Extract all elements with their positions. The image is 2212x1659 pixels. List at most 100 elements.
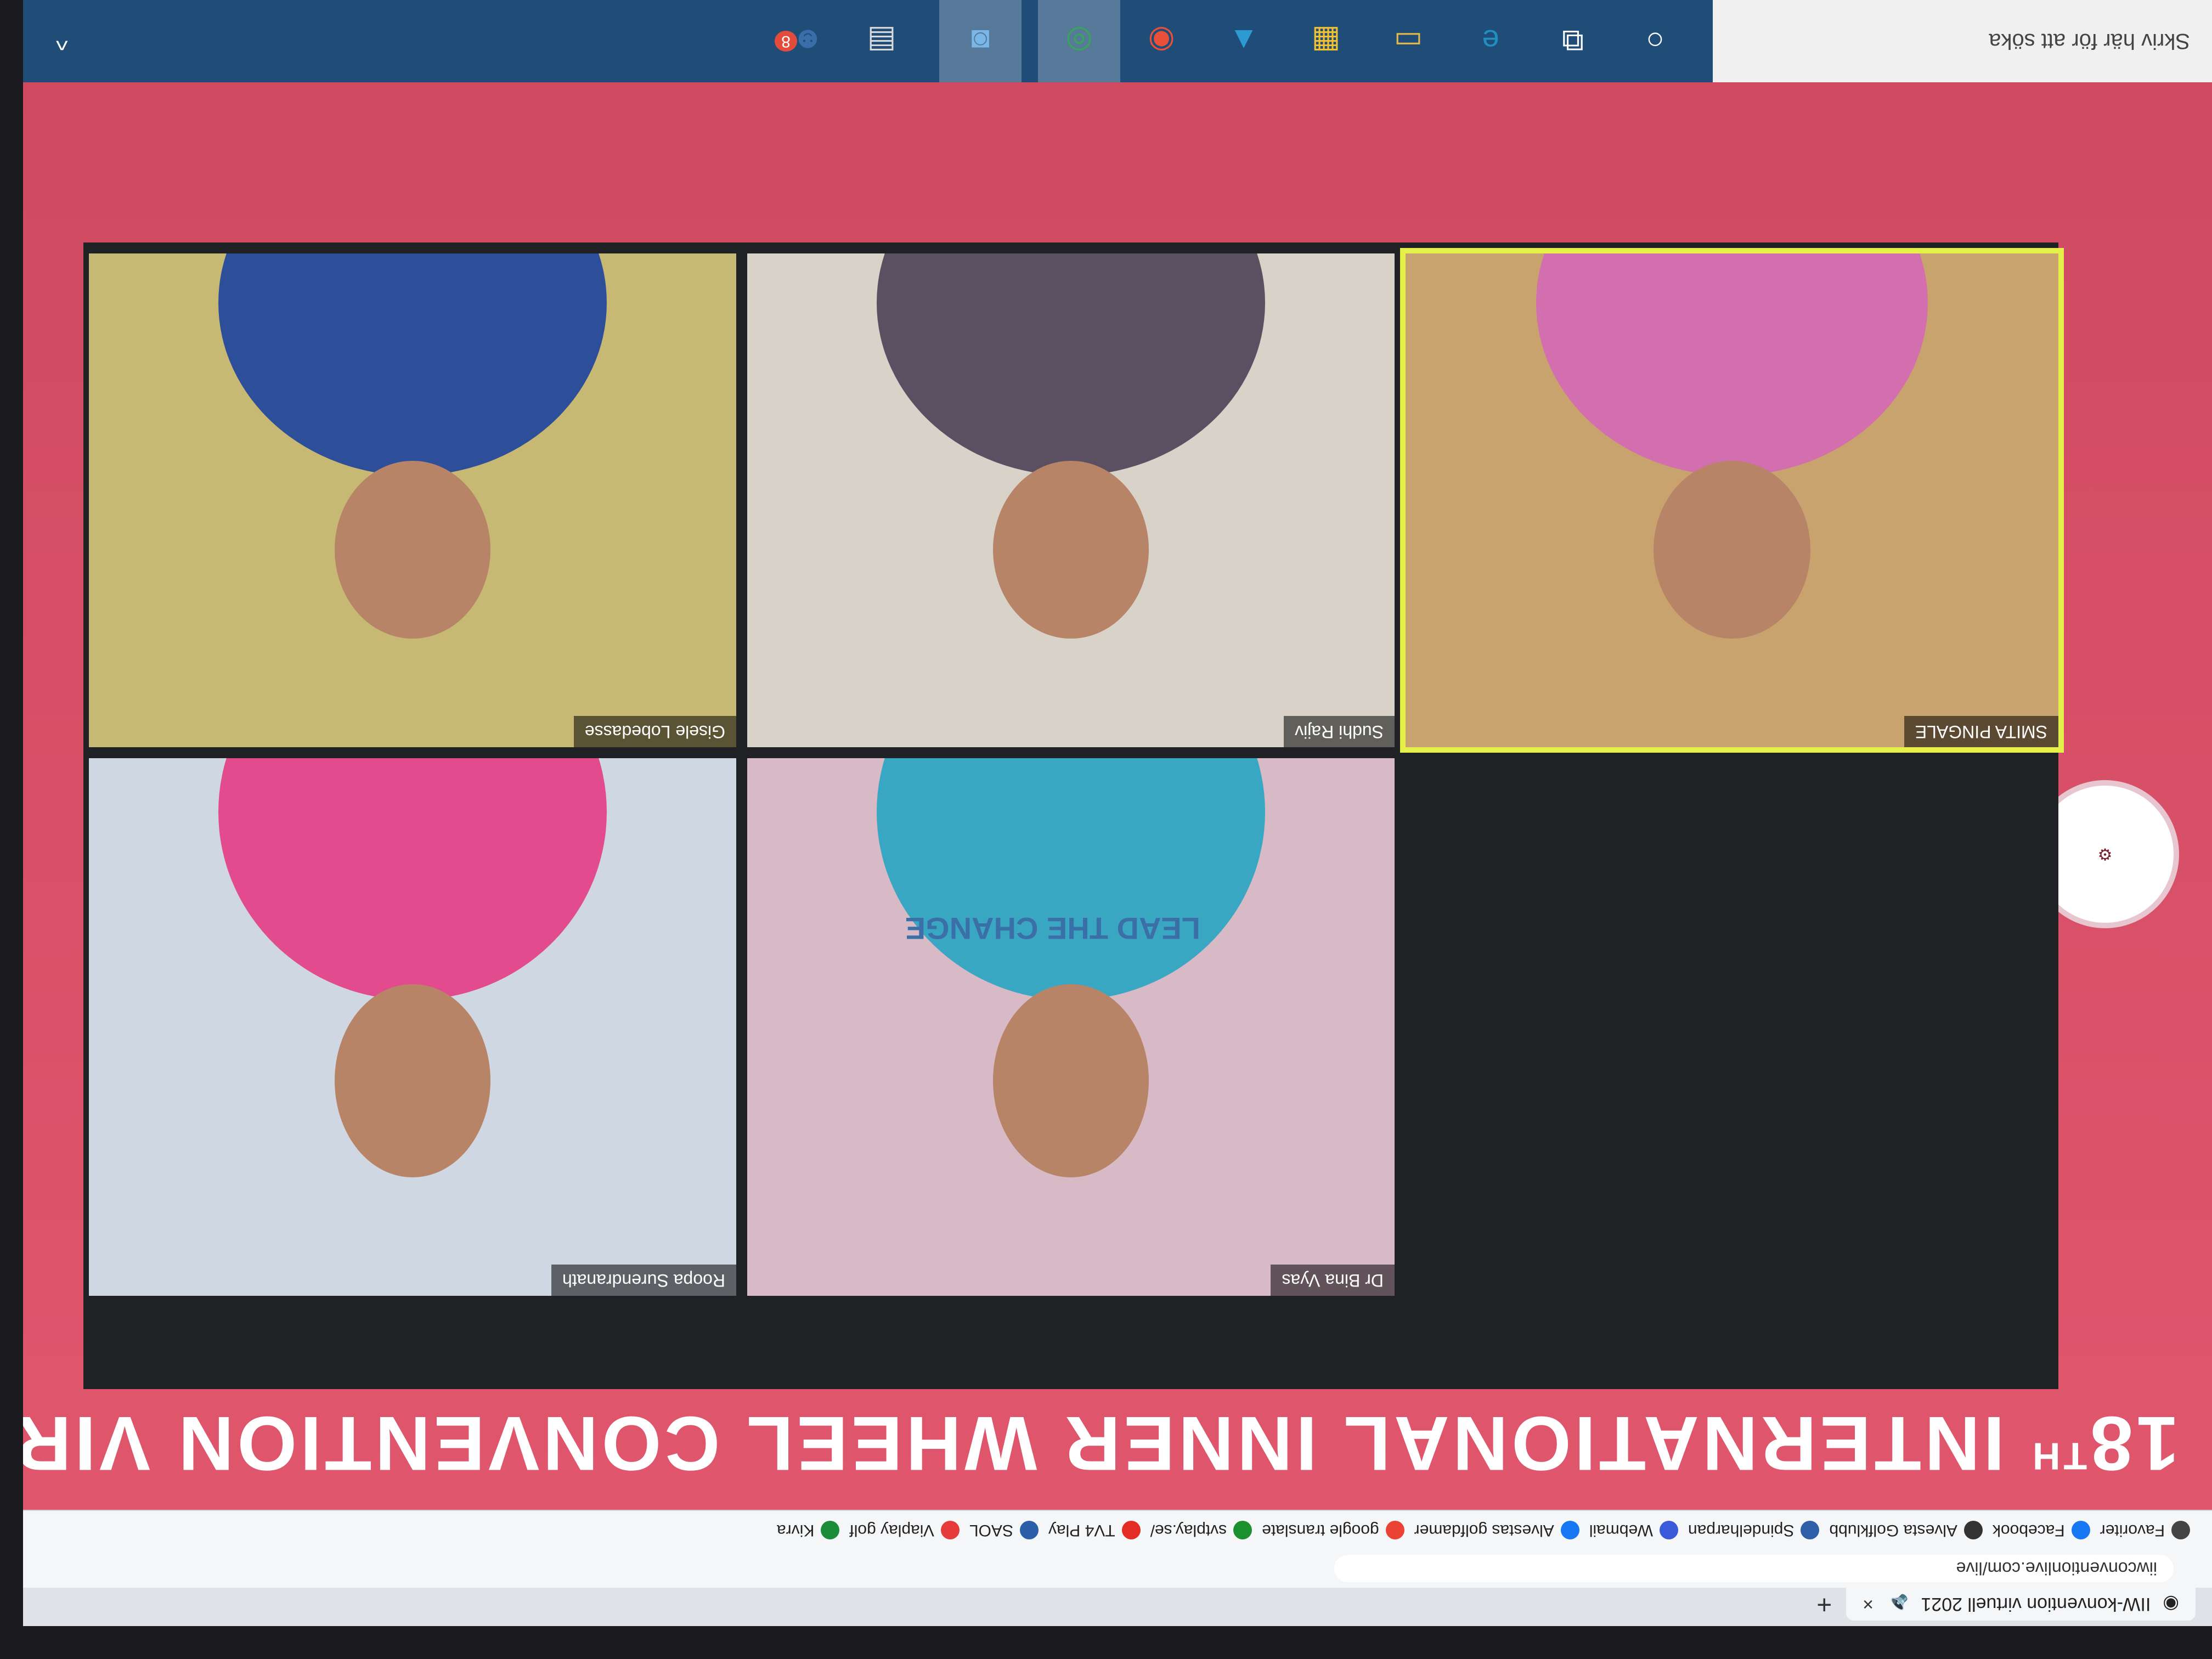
tab-close-button[interactable]: × bbox=[1863, 1594, 1874, 1615]
participant-face bbox=[993, 984, 1149, 1178]
edge-icon[interactable]: e bbox=[1466, 16, 1515, 66]
address-bar: iiwconventionlive.com/live bbox=[23, 1549, 2212, 1588]
bookmark-webmail[interactable]: Webmail bbox=[1589, 1521, 1678, 1539]
chrome-icon-glyph: ◎ bbox=[1065, 24, 1093, 59]
audio-icon[interactable]: 🔈 bbox=[1886, 1593, 1909, 1615]
bookmark-spindelharpan[interactable]: Spindelharpan bbox=[1688, 1521, 1820, 1539]
participant-face bbox=[1654, 461, 1810, 639]
participant-video-tile[interactable]: SMITA PINGALE bbox=[1400, 248, 2064, 753]
spider-icon bbox=[1801, 1521, 1820, 1539]
bookmark-label: google translate bbox=[1262, 1521, 1379, 1539]
bookmark-favoriter[interactable]: Favoriter bbox=[2100, 1521, 2190, 1539]
windows-taskbar: Skriv här för att söka ○ ⧉ e ▭ ▦ ▲ ◉ ◎ ◙ ▤ ☻ 8 ^ bbox=[23, 0, 2212, 82]
event-title-text: INTERNATIONAL INNER WHEEL CONVENTION VIR… bbox=[23, 1401, 2005, 1487]
store-icon[interactable]: ▦ bbox=[1301, 16, 1351, 66]
star-icon bbox=[2171, 1521, 2190, 1539]
bookmark-label: svtplay.se/ bbox=[1150, 1521, 1227, 1539]
participant-name: Sudhi Rajiv bbox=[1284, 716, 1395, 747]
system-tray: ^ bbox=[56, 26, 68, 56]
file-explorer-icon-glyph: ▭ bbox=[1393, 24, 1423, 59]
search-placeholder: Skriv här för att söka bbox=[1989, 29, 2190, 54]
bookmark-label: Alvestas golfdamer bbox=[1414, 1521, 1554, 1539]
url-text: iiwconventionlive.com/live bbox=[1956, 1559, 2157, 1579]
bookmark-kivra[interactable]: Kivra bbox=[777, 1521, 840, 1539]
bookmark-saol[interactable]: SAOL bbox=[969, 1521, 1039, 1539]
event-title-suffix: TH bbox=[2029, 1435, 2087, 1478]
participant-video-tile[interactable]: Sudhi Rajiv bbox=[747, 253, 1395, 747]
bookmark-label: SAOL bbox=[969, 1521, 1013, 1539]
saol-icon bbox=[1019, 1521, 1039, 1539]
participant-shoulders bbox=[877, 758, 1265, 1000]
participant-shoulders bbox=[218, 758, 607, 1000]
bookmark-svtplay-se[interactable]: svtplay.se/ bbox=[1150, 1521, 1252, 1539]
cortana-icon[interactable]: ○ bbox=[1630, 16, 1680, 66]
edge-icon-glyph: e bbox=[1482, 24, 1499, 59]
tv4-icon bbox=[1121, 1521, 1141, 1539]
bookmark-label: Viaplay golf bbox=[849, 1521, 934, 1539]
bookmark-label: Webmail bbox=[1589, 1521, 1653, 1539]
event-title: 18TH INTERNATIONAL INNER WHEEL CONVENTIO… bbox=[23, 1399, 2179, 1488]
participant-name: Dr Bina Vyas bbox=[1271, 1265, 1395, 1296]
participant-shoulders bbox=[218, 253, 607, 476]
participant-face bbox=[335, 461, 490, 639]
task-view-icon[interactable]: ⧉ bbox=[1548, 16, 1598, 66]
zoom-favicon-icon: ◉ bbox=[2163, 1594, 2179, 1615]
facebook-icon bbox=[1560, 1521, 1579, 1539]
participant-shoulders bbox=[1536, 253, 1928, 476]
photos-icon-glyph: ▲ bbox=[1228, 24, 1259, 59]
task-view-icon-glyph: ⧉ bbox=[1562, 24, 1584, 59]
zoom-icon[interactable]: ◙ bbox=[939, 0, 1022, 82]
people-icon[interactable]: ☻ 8 bbox=[775, 16, 824, 66]
photos-icon[interactable]: ▲ bbox=[1219, 16, 1268, 66]
cortana-icon-glyph: ○ bbox=[1646, 24, 1664, 59]
calendar-icon[interactable]: ▤ bbox=[857, 16, 906, 66]
participant-video-tile[interactable]: Gisele Lobedasse bbox=[89, 253, 736, 747]
browser-tab[interactable]: ◉ IIW-konvention virtuell 2021 🔈 × bbox=[1846, 1588, 2196, 1621]
participant-shoulders bbox=[877, 253, 1265, 476]
wheel-logo-icon: ⚙ bbox=[2097, 845, 2113, 864]
calendar-icon-glyph: ▤ bbox=[867, 24, 896, 59]
play-icon bbox=[1233, 1521, 1252, 1539]
browser-window: ◉ IIW-konvention virtuell 2021 🔈 × + iiw… bbox=[23, 0, 2212, 1626]
taskbar-apps: ○ ⧉ e ▭ ▦ ▲ ◉ ◎ ◙ ▤ ☻ 8 bbox=[775, 0, 1713, 82]
google-icon bbox=[1385, 1521, 1404, 1539]
bookmark-alvestas-golfdamer[interactable]: Alvestas golfdamer bbox=[1414, 1521, 1579, 1539]
file-explorer-icon[interactable]: ▭ bbox=[1384, 16, 1433, 66]
bookmark-label: TV4 Play bbox=[1048, 1521, 1115, 1539]
tab-strip: ◉ IIW-konvention virtuell 2021 🔈 × + bbox=[23, 1588, 2212, 1626]
web-page: 18TH INTERNATIONAL INNER WHEEL CONVENTIO… bbox=[23, 82, 2212, 1510]
mail-icon bbox=[1659, 1521, 1678, 1539]
bookmark-label: Favoriter bbox=[2100, 1521, 2165, 1539]
event-title-number: 18 bbox=[2087, 1401, 2179, 1487]
participant-video-tile[interactable]: Roopa Surendranath bbox=[89, 758, 736, 1296]
bookmark-facebook[interactable]: Facebook bbox=[1993, 1521, 2090, 1539]
monitor-screen: ◉ IIW-konvention virtuell 2021 🔈 × + iiw… bbox=[0, 0, 2212, 1659]
bookmark-label: Facebook bbox=[1992, 1521, 2065, 1539]
bookmark-label: Spindelharpan bbox=[1688, 1521, 1795, 1539]
paint-icon-glyph: ◉ bbox=[1148, 24, 1175, 59]
golf-icon bbox=[1963, 1521, 1983, 1539]
notification-badge: 8 bbox=[775, 31, 797, 52]
participant-face bbox=[993, 461, 1149, 639]
bookmark-tv4-play[interactable]: TV4 Play bbox=[1048, 1521, 1141, 1539]
bookmarks-bar: Favoriter Facebook Alvesta Golfklubb Spinde… bbox=[23, 1510, 2212, 1549]
paint-icon[interactable]: ◉ bbox=[1137, 16, 1186, 66]
bookmark-google-translate[interactable]: google translate bbox=[1262, 1521, 1404, 1539]
participant-name: Gisele Lobedasse bbox=[573, 716, 736, 747]
taskbar-search-field[interactable]: Skriv här för att söka bbox=[1713, 0, 2212, 82]
bookmark-label: Alvesta Golfklubb bbox=[1829, 1521, 1957, 1539]
viaplay-icon bbox=[940, 1521, 960, 1539]
new-tab-button[interactable]: + bbox=[1816, 1588, 1832, 1621]
bookmark-alvesta-golfklubb[interactable]: Alvesta Golfklubb bbox=[1829, 1521, 1983, 1539]
tab-title: IIW-konvention virtuell 2021 bbox=[1921, 1594, 2151, 1615]
url-field[interactable]: iiwconventionlive.com/live bbox=[1334, 1555, 2174, 1582]
store-icon-glyph: ▦ bbox=[1311, 24, 1341, 59]
banner-text: LEAD THE CHANGE bbox=[905, 911, 1200, 946]
zoom-icon-glyph: ◙ bbox=[971, 24, 990, 59]
bookmark-viaplay-golf[interactable]: Viaplay golf bbox=[849, 1521, 960, 1539]
facebook-icon bbox=[2071, 1521, 2090, 1539]
participant-face bbox=[335, 984, 490, 1178]
tray-chevron-icon[interactable]: ^ bbox=[56, 26, 68, 56]
chrome-icon[interactable]: ◎ bbox=[1038, 0, 1120, 82]
participant-video-tile[interactable]: Dr Bina Vyas LEAD THE CHANGE bbox=[747, 758, 1395, 1296]
